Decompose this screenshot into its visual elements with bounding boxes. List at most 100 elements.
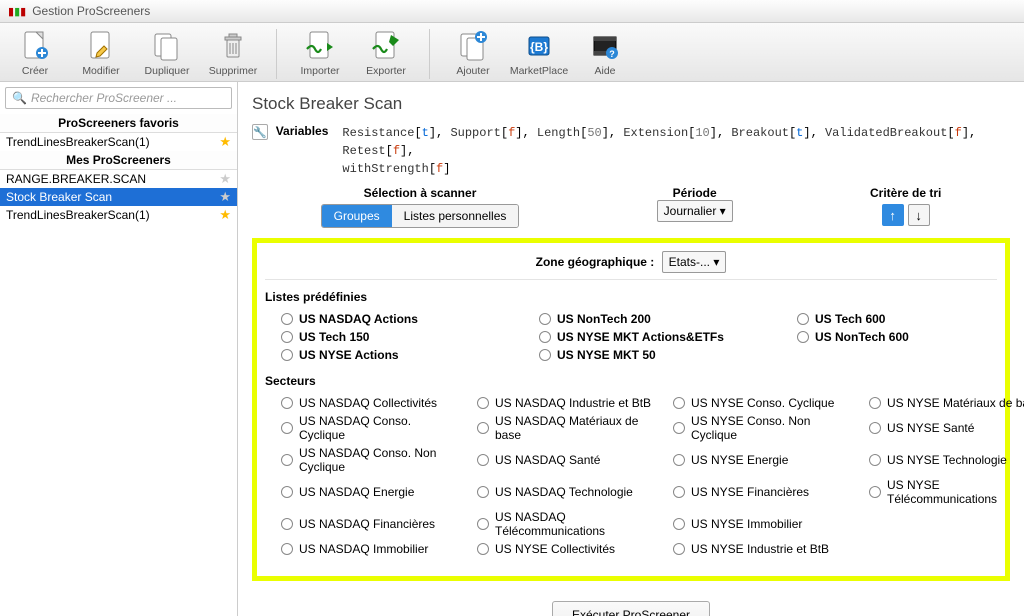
import-button[interactable]: Importer <box>293 29 347 77</box>
toolbar-separator <box>276 29 277 79</box>
radio-option[interactable]: US NASDAQ Collectivités <box>281 396 459 410</box>
radio-option[interactable]: US NASDAQ Télécommunications <box>477 510 655 538</box>
window-title: Gestion ProScreeners <box>32 4 150 18</box>
radio-option[interactable]: US NASDAQ Immobilier <box>281 542 459 556</box>
radio-option[interactable]: US NYSE Santé <box>869 414 1024 442</box>
radio-option[interactable]: US NASDAQ Conso. Non Cyclique <box>281 446 459 474</box>
variables-settings-button[interactable]: 🔧 <box>252 124 268 140</box>
export-button[interactable]: Exporter <box>359 29 413 77</box>
sort-desc-button[interactable]: ↓ <box>908 204 930 226</box>
duplicate-button[interactable]: Dupliquer <box>140 29 194 77</box>
help-button[interactable]: ? Aide <box>578 29 632 77</box>
option-label: US NYSE Financières <box>691 485 809 499</box>
radio-option[interactable]: US NASDAQ Santé <box>477 446 655 474</box>
radio-option[interactable]: US NYSE Matériaux de base <box>869 396 1024 410</box>
option-label: US NYSE Conso. Non Cyclique <box>691 414 851 442</box>
radio-option[interactable]: US Tech 600 <box>797 312 1024 326</box>
tab-personal-lists[interactable]: Listes personnelles <box>392 205 519 227</box>
sidebar-item[interactable]: RANGE.BREAKER.SCAN ★ <box>0 170 237 188</box>
radio-option[interactable]: US NYSE Technologie <box>869 446 1024 474</box>
radio-option[interactable]: US NYSE Industrie et BtB <box>673 542 851 556</box>
period-select[interactable]: Journalier ▾ <box>657 200 733 222</box>
radio-option[interactable]: US NYSE Immobilier <box>673 510 851 538</box>
radio-option[interactable]: US NASDAQ Actions <box>281 312 521 326</box>
marketplace-icon: {B} <box>522 29 556 63</box>
radio-option[interactable]: US NASDAQ Technologie <box>477 478 655 506</box>
radio-option[interactable]: US NYSE Energie <box>673 446 851 474</box>
radio-icon <box>673 486 685 498</box>
option-label: US NYSE Actions <box>299 348 399 362</box>
option-label: US NASDAQ Technologie <box>495 485 633 499</box>
radio-icon <box>869 454 881 466</box>
tab-groups[interactable]: Groupes <box>322 205 392 227</box>
create-button[interactable]: Créer <box>8 29 62 77</box>
radio-option[interactable]: US NonTech 200 <box>539 312 779 326</box>
radio-option[interactable]: US NonTech 600 <box>797 330 1024 344</box>
period-label: Période <box>657 186 733 200</box>
delete-button[interactable]: Supprimer <box>206 29 260 77</box>
option-label: US NYSE Santé <box>887 421 974 435</box>
radio-icon <box>281 422 293 434</box>
tool-label: Importer <box>300 65 339 77</box>
trash-icon <box>216 29 250 63</box>
radio-option[interactable]: US NYSE Conso. Non Cyclique <box>673 414 851 442</box>
zone-label: Zone géographique : <box>536 255 655 269</box>
star-icon[interactable]: ★ <box>219 134 231 150</box>
radio-option[interactable]: US NYSE Télécommunications <box>869 478 1024 506</box>
option-label: US NYSE Télécommunications <box>887 478 1024 506</box>
zone-select[interactable]: Etats-... ▾ <box>662 251 727 273</box>
radio-icon <box>673 422 685 434</box>
option-label: US Tech 600 <box>815 312 885 326</box>
search-input[interactable]: 🔍 Rechercher ProScreener ... <box>5 87 232 109</box>
radio-option[interactable]: US NASDAQ Conso. Cyclique <box>281 414 459 442</box>
selection-tabs: Groupes Listes personnelles <box>321 204 520 228</box>
execute-button[interactable]: Exécuter ProScreener <box>552 601 710 616</box>
sidebar-item[interactable]: Stock Breaker Scan★ <box>0 188 237 206</box>
titlebar: ▮▮▮ Gestion ProScreeners <box>0 0 1024 23</box>
radio-option[interactable]: US NASDAQ Energie <box>281 478 459 506</box>
star-icon[interactable]: ★ <box>219 171 231 187</box>
radio-icon <box>797 331 809 343</box>
option-label: US NASDAQ Santé <box>495 453 600 467</box>
radio-option[interactable]: US NYSE Actions <box>281 348 521 362</box>
radio-option[interactable]: US NYSE Financières <box>673 478 851 506</box>
add-doc-icon <box>456 29 490 63</box>
radio-icon <box>673 454 685 466</box>
sidebar-item[interactable]: TrendLinesBreakerScan(1)★ <box>0 206 237 224</box>
marketplace-button[interactable]: {B} MarketPlace <box>512 29 566 77</box>
radio-option[interactable]: US NASDAQ Industrie et BtB <box>477 396 655 410</box>
add-button[interactable]: Ajouter <box>446 29 500 77</box>
star-icon[interactable]: ★ <box>219 189 231 205</box>
sort-asc-button[interactable]: ↑ <box>882 204 904 226</box>
option-label: US NonTech 200 <box>557 312 651 326</box>
option-label: US NASDAQ Matériaux de base <box>495 414 655 442</box>
radio-option[interactable]: US NYSE Collectivités <box>477 542 655 556</box>
radio-option[interactable]: US NYSE MKT 50 <box>539 348 779 362</box>
radio-icon <box>673 397 685 409</box>
option-label: US NYSE Conso. Cyclique <box>691 396 834 410</box>
option-label: US NASDAQ Financières <box>299 517 435 531</box>
star-icon[interactable]: ★ <box>219 207 231 223</box>
option-label: US NASDAQ Actions <box>299 312 418 326</box>
option-label: US NASDAQ Conso. Non Cyclique <box>299 446 459 474</box>
radio-option[interactable]: US NYSE Conso. Cyclique <box>673 396 851 410</box>
sidebar-item[interactable]: TrendLinesBreakerScan(1)★ <box>0 133 237 151</box>
option-label: US NASDAQ Industrie et BtB <box>495 396 651 410</box>
list-item-label: RANGE.BREAKER.SCAN <box>6 172 146 186</box>
option-label: US NYSE Energie <box>691 453 788 467</box>
radio-option[interactable]: US NASDAQ Financières <box>281 510 459 538</box>
main-toolbar: Créer Modifier Dupliquer Supprimer Impo <box>0 23 1024 82</box>
radio-option[interactable]: US NASDAQ Matériaux de base <box>477 414 655 442</box>
radio-icon <box>539 331 551 343</box>
radio-icon <box>281 518 293 530</box>
tool-label: Créer <box>22 65 48 77</box>
tool-label: Dupliquer <box>145 65 190 77</box>
predef-header: Listes prédéfinies <box>265 286 997 308</box>
option-label: US NYSE Immobilier <box>691 517 802 531</box>
search-placeholder: Rechercher ProScreener ... <box>31 91 177 105</box>
radio-option[interactable]: US Tech 150 <box>281 330 521 344</box>
option-label: US NASDAQ Collectivités <box>299 396 437 410</box>
radio-icon <box>869 397 881 409</box>
radio-option[interactable]: US NYSE MKT Actions&ETFs <box>539 330 779 344</box>
modify-button[interactable]: Modifier <box>74 29 128 77</box>
